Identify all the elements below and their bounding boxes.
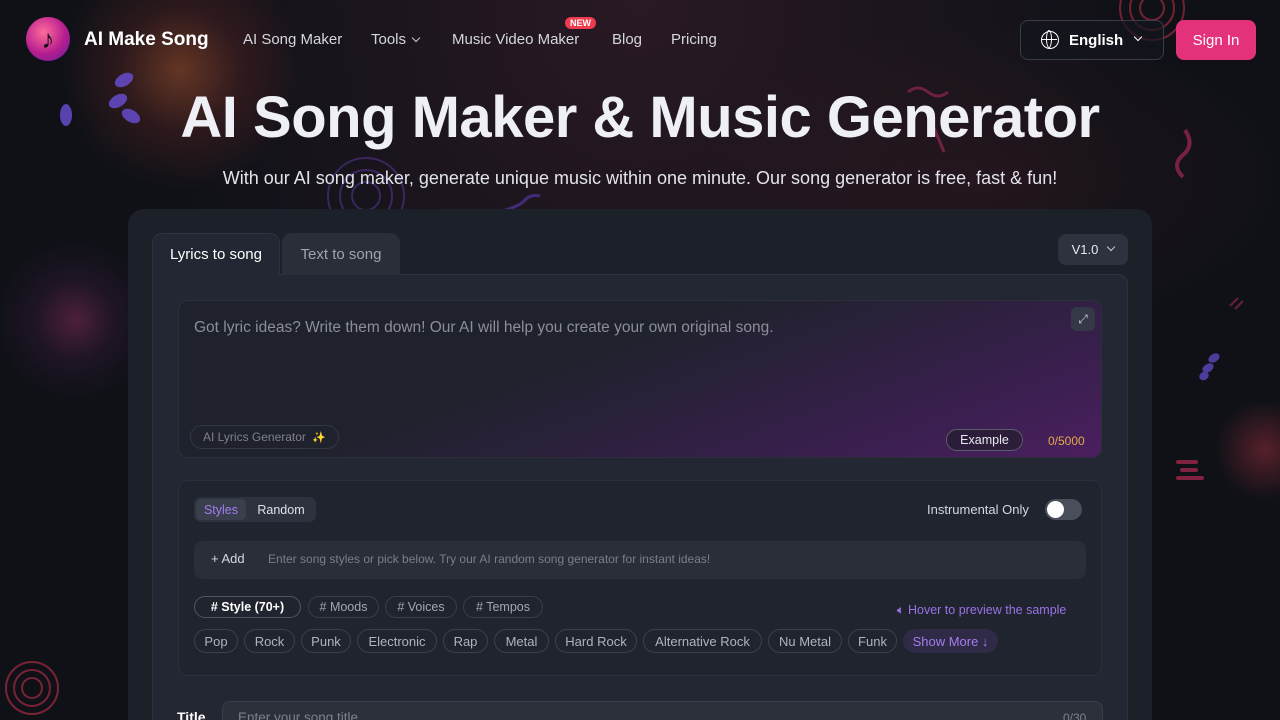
logo-icon[interactable]: ♪ bbox=[26, 17, 70, 61]
nav-link-music-video[interactable]: Music Video Maker bbox=[452, 31, 579, 48]
new-badge: NEW bbox=[565, 17, 596, 29]
hover-hint-text: Hover to preview the sample bbox=[907, 603, 1067, 617]
version-select[interactable]: V1.0 bbox=[1058, 234, 1128, 265]
chevron-down-icon bbox=[411, 33, 421, 43]
sign-in-button[interactable]: Sign In bbox=[1176, 20, 1256, 60]
title-label: Title bbox=[177, 709, 206, 720]
squiggle-mid bbox=[504, 194, 541, 212]
style-chip[interactable]: Punk bbox=[301, 629, 351, 653]
style-chip[interactable]: Electronic bbox=[357, 629, 437, 653]
page-subtitle: With our AI song maker, generate unique … bbox=[222, 168, 1058, 188]
style-input-placeholder: Enter song styles or pick below. Try our… bbox=[268, 552, 711, 566]
rings-bottom-left bbox=[5, 661, 59, 715]
category-voices[interactable]: # Voices bbox=[385, 596, 457, 618]
chevron-down-icon bbox=[1107, 242, 1116, 251]
category-tempos[interactable]: # Tempos bbox=[463, 596, 543, 618]
brand-name[interactable]: AI Make Song bbox=[84, 29, 209, 51]
ticks-right bbox=[1229, 297, 1244, 310]
speaker-icon: 🔈︎ bbox=[897, 603, 908, 617]
category-style[interactable]: # Style (70+) bbox=[194, 596, 301, 618]
instrumental-toggle[interactable] bbox=[1045, 499, 1082, 520]
language-select[interactable]: English bbox=[1020, 20, 1164, 60]
example-button[interactable]: Example bbox=[946, 429, 1023, 451]
lyrics-placeholder: Got lyric ideas? Write them down! Our AI… bbox=[194, 319, 774, 336]
nav-link-tools[interactable]: Tools bbox=[371, 31, 421, 48]
style-chip[interactable]: Rock bbox=[244, 629, 295, 653]
title-char-counter: 0/30 bbox=[1063, 711, 1087, 720]
top-nav: ♪ AI Make Song AI Song Maker Tools Music… bbox=[0, 0, 1280, 80]
style-chip[interactable]: Alternative Rock bbox=[643, 629, 762, 653]
globe-icon bbox=[1041, 30, 1059, 49]
language-label: English bbox=[1069, 31, 1124, 49]
style-chip[interactable]: Hard Rock bbox=[555, 629, 637, 653]
styles-mode-random[interactable]: Random bbox=[250, 499, 312, 520]
style-chip[interactable]: Rap bbox=[443, 629, 488, 653]
chevron-down-icon bbox=[1133, 32, 1143, 42]
note-dots-right bbox=[1199, 353, 1220, 381]
style-chip[interactable]: Pop bbox=[194, 629, 238, 653]
expand-icon[interactable]: ⤢ bbox=[1071, 307, 1095, 331]
tab-lyrics-to-song[interactable]: Lyrics to song bbox=[152, 233, 280, 275]
instrumental-label: Instrumental Only bbox=[927, 502, 1029, 517]
styles-mode-styles[interactable]: Styles bbox=[196, 499, 246, 520]
hover-hint: 🔈︎ Hover to preview the sample bbox=[897, 603, 1066, 618]
ai-lyrics-generator-label: AI Lyrics Generator bbox=[203, 430, 306, 444]
stripes-right bbox=[1176, 460, 1204, 480]
style-chip[interactable]: Nu Metal bbox=[768, 629, 842, 653]
add-style-button[interactable]: + Add bbox=[211, 551, 245, 566]
nav-link-song-maker[interactable]: AI Song Maker bbox=[243, 31, 342, 48]
page-title: AI Song Maker & Music Generator bbox=[180, 85, 1100, 150]
ai-lyrics-generator-button[interactable]: AI Lyrics Generator ✨ bbox=[190, 425, 339, 449]
title-placeholder: Enter your song title bbox=[238, 710, 359, 720]
tab-text-to-song[interactable]: Text to song bbox=[282, 233, 400, 275]
nav-link-blog[interactable]: Blog bbox=[612, 31, 642, 48]
version-label: V1.0 bbox=[1071, 242, 1099, 257]
style-chip[interactable]: Funk bbox=[848, 629, 897, 653]
nav-link-pricing[interactable]: Pricing bbox=[671, 31, 717, 48]
style-chip[interactable]: Metal bbox=[494, 629, 549, 653]
sparkle-icon: ✨ bbox=[311, 431, 326, 444]
show-more-button[interactable]: Show More ↓ bbox=[903, 629, 998, 653]
category-moods[interactable]: # Moods bbox=[308, 596, 379, 618]
lyrics-char-counter: 0/5000 bbox=[1048, 434, 1085, 448]
nav-link-tools-label: Tools bbox=[371, 31, 407, 48]
